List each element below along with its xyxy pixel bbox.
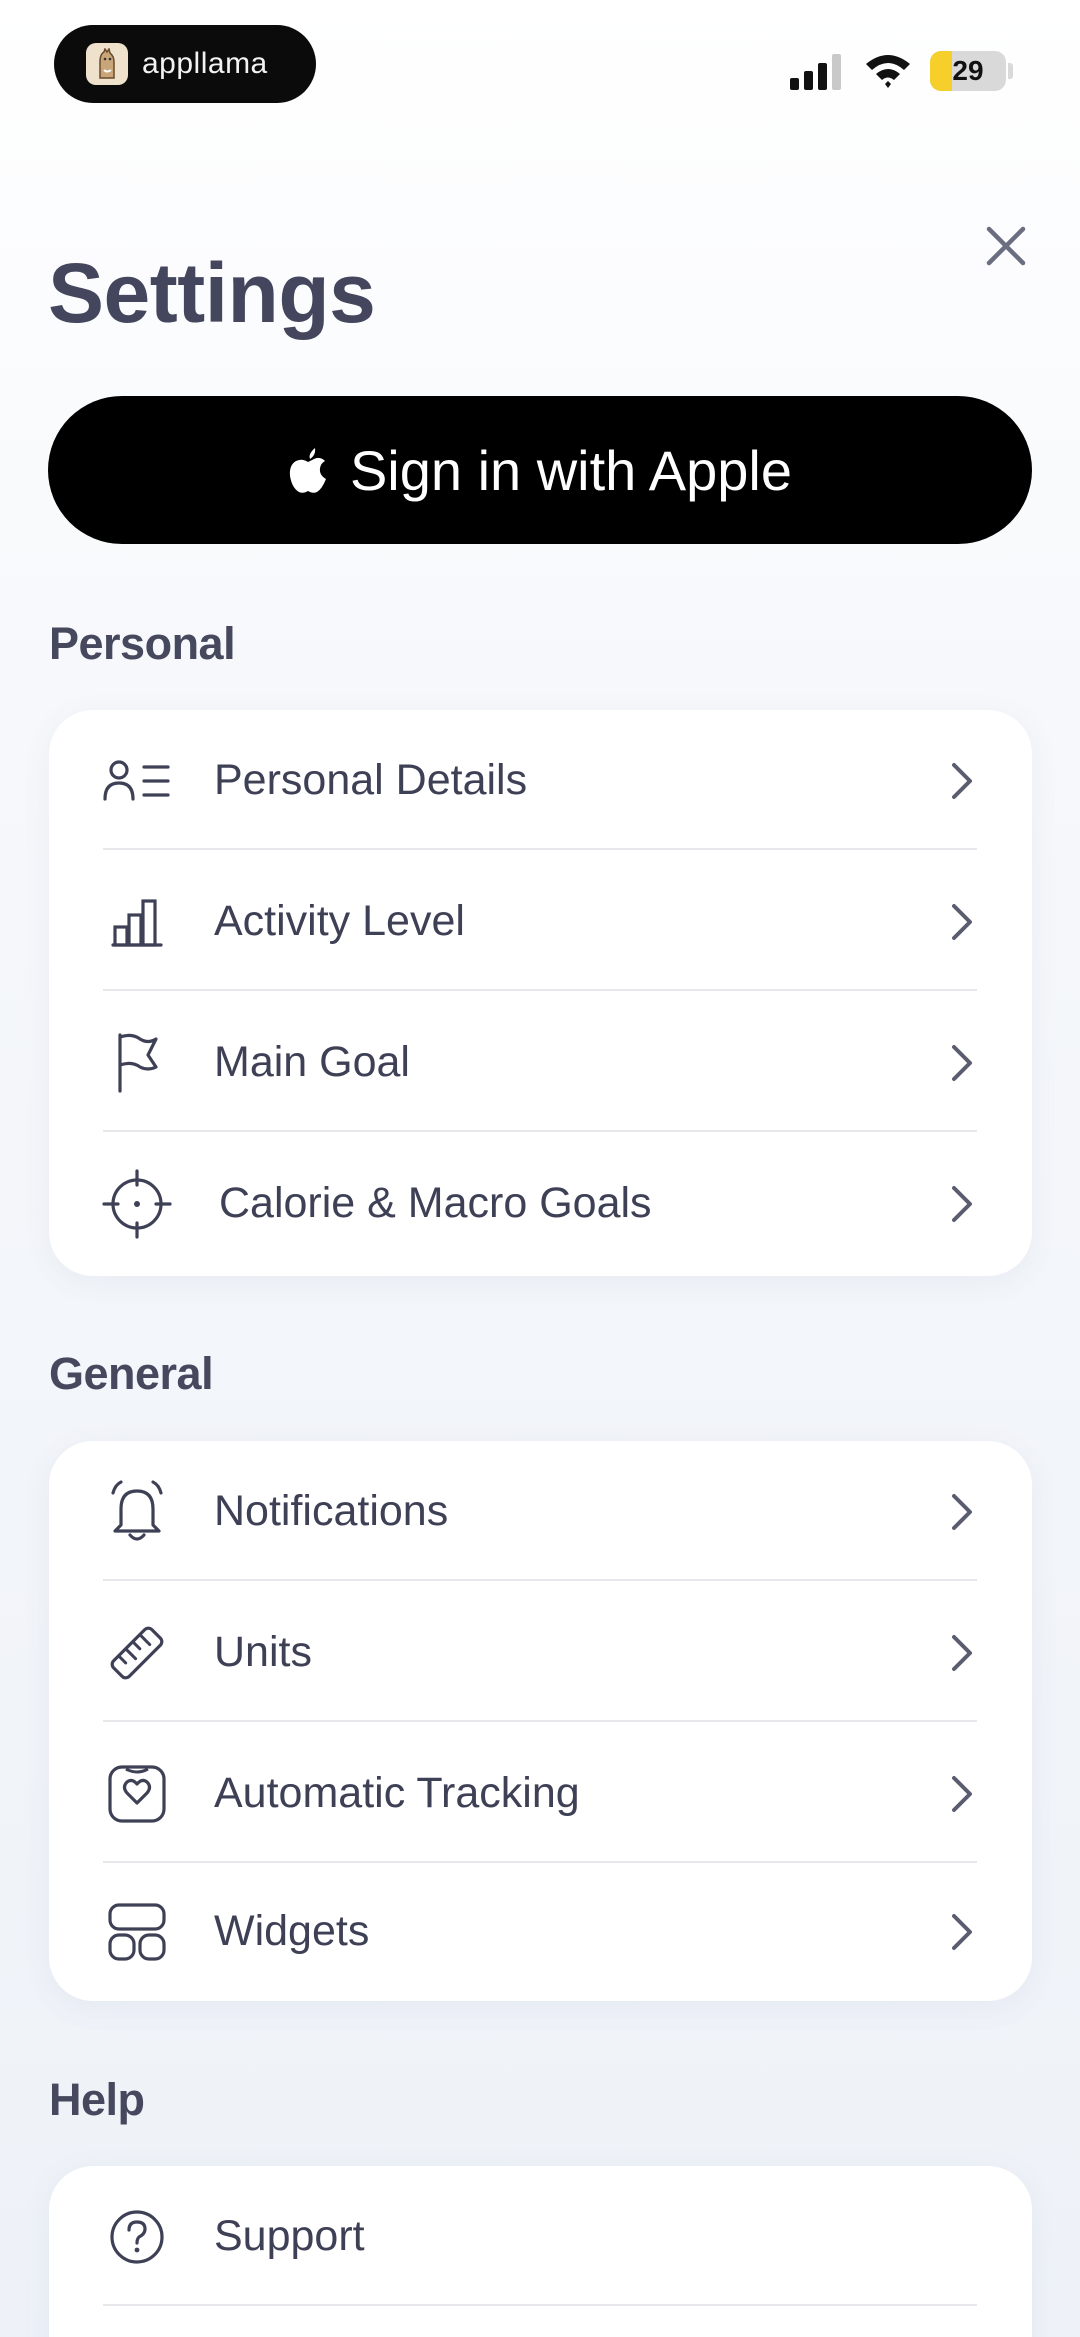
- chevron-right-icon: [944, 1041, 980, 1085]
- status-bar: appllama 29: [0, 0, 1080, 120]
- row-label: Support: [214, 2212, 365, 2260]
- person-list-icon: [99, 743, 175, 819]
- row-label: Calorie & Macro Goals: [219, 1179, 652, 1227]
- battery-tip: [1008, 63, 1013, 79]
- settings-row-support[interactable]: Support: [49, 2166, 1032, 2307]
- apple-icon: [289, 448, 326, 493]
- row-divider: [103, 848, 977, 850]
- settings-row-personal-details[interactable]: Personal Details: [49, 710, 1032, 851]
- row-divider: [103, 1579, 977, 1581]
- chevron-right-icon: [944, 1631, 980, 1675]
- settings-screen: appllama 29 Settings Sign in with Apple …: [0, 0, 1080, 2337]
- settings-row-notifications[interactable]: Notifications: [49, 1441, 1032, 1582]
- flag-icon: [99, 1025, 175, 1101]
- bar-chart-icon: [99, 884, 175, 960]
- row-label: Main Goal: [214, 1038, 410, 1086]
- wifi-icon: [866, 55, 910, 88]
- battery-indicator: 29: [930, 51, 1006, 91]
- target-icon: [99, 1166, 175, 1242]
- sign-in-with-apple-button[interactable]: Sign in with Apple: [48, 396, 1032, 544]
- settings-row-activity-level[interactable]: Activity Level: [49, 851, 1032, 992]
- row-label: Activity Level: [214, 897, 465, 945]
- bell-icon: [99, 1474, 175, 1550]
- settings-row-units[interactable]: Units: [49, 1582, 1032, 1723]
- heart-watch-icon: [99, 1756, 175, 1832]
- question-icon: [99, 2199, 175, 2275]
- row-divider: [103, 1130, 977, 1132]
- chevron-right-icon: [944, 900, 980, 944]
- row-divider: [103, 989, 977, 991]
- section-title-general: General: [49, 1348, 214, 1399]
- help-card: Support: [49, 2166, 1032, 2337]
- llama-logo-icon: [86, 43, 128, 85]
- general-card: Notifications Units Automatic Tracking W…: [49, 1441, 1032, 2001]
- widgets-icon: [99, 1894, 175, 1970]
- settings-row-automatic-tracking[interactable]: Automatic Tracking: [49, 1723, 1032, 1864]
- row-divider: [103, 1720, 977, 1722]
- row-label: Widgets: [214, 1907, 370, 1955]
- chevron-right-icon: [944, 1182, 980, 1226]
- personal-card: Personal Details Activity Level Main Goa…: [49, 710, 1032, 1276]
- ruler-icon: [99, 1615, 175, 1691]
- section-title-help: Help: [49, 2074, 145, 2125]
- row-label: Notifications: [214, 1487, 449, 1535]
- settings-row-main-goal[interactable]: Main Goal: [49, 992, 1032, 1133]
- page-title: Settings: [48, 246, 376, 340]
- battery-level: 29: [952, 55, 984, 86]
- row-label: Personal Details: [214, 756, 528, 804]
- chevron-right-icon: [944, 1490, 980, 1534]
- app-name: appllama: [142, 47, 268, 80]
- close-icon: [986, 226, 1026, 266]
- row-divider: [103, 2304, 977, 2306]
- close-button[interactable]: [976, 216, 1036, 276]
- chevron-right-icon: [944, 1772, 980, 1816]
- row-label: Automatic Tracking: [214, 1769, 580, 1817]
- app-indicator-pill[interactable]: appllama: [54, 25, 316, 103]
- settings-row-calorie-macro-goals[interactable]: Calorie & Macro Goals: [49, 1133, 1032, 1274]
- cellular-signal-icon: [790, 54, 841, 90]
- chevron-right-icon: [944, 759, 980, 803]
- sign-in-label: Sign in with Apple: [349, 438, 793, 502]
- section-title-personal: Personal: [49, 618, 236, 669]
- chevron-right-icon: [944, 1910, 980, 1954]
- row-label: Units: [214, 1628, 312, 1676]
- settings-row-widgets[interactable]: Widgets: [49, 1861, 1032, 2002]
